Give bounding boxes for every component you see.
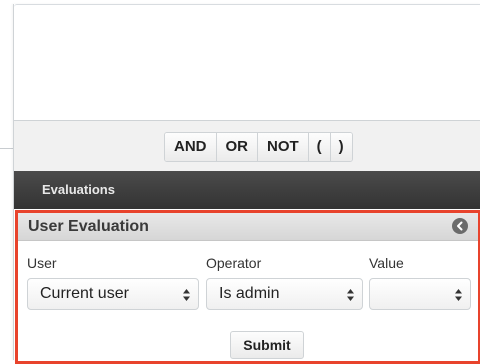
submit-button[interactable]: Submit: [230, 331, 304, 359]
operator-select[interactable]: Is admin: [206, 278, 363, 310]
expression-builder-panel: AND OR NOT ( ) Evaluations User Evaluati…: [13, 4, 480, 364]
background-divider: [0, 148, 13, 149]
evaluations-header: Evaluations: [14, 171, 480, 209]
user-evaluation-section: User Evaluation User Operator Value Curr…: [15, 210, 480, 364]
user-select[interactable]: Current user: [27, 278, 199, 310]
user-evaluation-title: User Evaluation: [28, 218, 149, 235]
value-label: Value: [369, 255, 404, 271]
select-arrows-icon: [455, 289, 462, 301]
close-paren-button[interactable]: ): [330, 133, 352, 161]
arrow-left-circle-icon[interactable]: [452, 218, 468, 234]
open-paren-button[interactable]: (: [308, 133, 331, 161]
user-evaluation-header: User Evaluation: [18, 213, 478, 241]
operator-toolbar: AND OR NOT ( ): [14, 120, 480, 172]
select-arrows-icon: [183, 289, 190, 301]
select-arrows-icon: [347, 289, 354, 301]
not-button[interactable]: NOT: [258, 133, 309, 161]
or-button[interactable]: OR: [216, 133, 258, 161]
value-select[interactable]: [369, 278, 471, 310]
evaluations-title: Evaluations: [42, 182, 115, 197]
user-select-value: Current user: [40, 285, 129, 302]
operator-label: Operator: [206, 255, 262, 271]
operator-button-group: AND OR NOT ( ): [164, 132, 353, 162]
operator-select-value: Is admin: [219, 285, 280, 302]
user-label: User: [27, 255, 57, 271]
expression-editor[interactable]: [14, 4, 480, 121]
and-button[interactable]: AND: [165, 133, 217, 161]
